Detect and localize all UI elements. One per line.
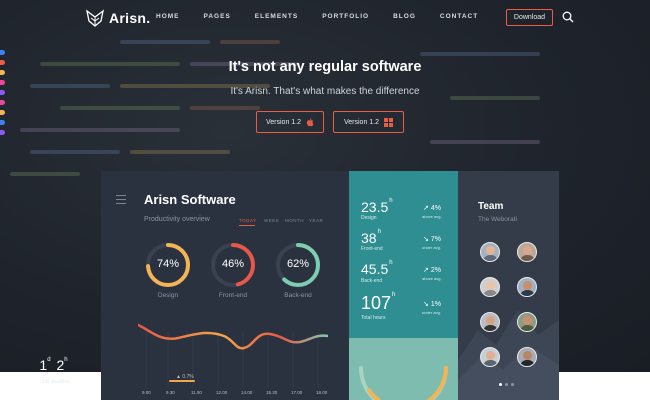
- windows-icon: [384, 117, 394, 127]
- total-avg-note: under avg.: [422, 310, 441, 315]
- download-windows-button[interactable]: Version 1.2: [333, 111, 404, 133]
- time-tick: 14.00: [241, 390, 253, 395]
- version-label: Version 1.2: [343, 118, 380, 126]
- backend-hours-label: Back-end: [361, 278, 383, 284]
- deadline-countdown: 1d 2h: [39, 357, 68, 373]
- design-avg-note: above avg.: [422, 214, 442, 219]
- backend-caption: Back-end: [284, 292, 312, 299]
- period-tab-year[interactable]: YEAR: [309, 218, 323, 223]
- backend-percent: 62%: [286, 258, 310, 270]
- time-tick: 17.00: [291, 390, 303, 395]
- frontend-percent: 46%: [221, 258, 245, 270]
- backend-change: ↗ 2%: [423, 267, 441, 274]
- deadline-gauge: [359, 366, 448, 400]
- design-hours-label: Design: [361, 215, 377, 221]
- deadline-label: Until deadline: [39, 379, 70, 385]
- trend-down-icon: ↘: [423, 236, 429, 243]
- nav-item-portfolio[interactable]: PORTFOLIO: [322, 13, 369, 20]
- backend-hours: 45.5h: [361, 260, 393, 277]
- dashboard-subtitle: Productivity overview: [144, 216, 210, 223]
- download-mac-button[interactable]: Version 1.2: [256, 111, 324, 133]
- time-tick: 12.00: [216, 390, 228, 395]
- frontend-caption: Front-end: [218, 292, 248, 299]
- search-icon[interactable]: [562, 11, 574, 23]
- download-button[interactable]: Download: [506, 9, 553, 26]
- fox-logo-icon: [86, 9, 104, 27]
- total-hours: 107h: [361, 292, 396, 313]
- time-tick: 9.30: [166, 390, 175, 395]
- period-tab-month[interactable]: MONTH: [285, 218, 304, 223]
- team-member-avatar[interactable]: [480, 312, 500, 332]
- time-tick: 15.30: [266, 390, 278, 395]
- nav-item-blog[interactable]: BLOG: [393, 13, 416, 20]
- trend-up-icon: ↗: [423, 267, 429, 274]
- logo[interactable]: Arisn.: [86, 9, 150, 27]
- design-caption: Design: [157, 292, 179, 299]
- chart-marker-bar: [169, 380, 195, 382]
- period-tab-week[interactable]: WEEK: [264, 218, 279, 223]
- productivity-wave-chart: [138, 323, 328, 388]
- hero-subtitle: It's Arisn. That's what makes the differ…: [230, 86, 420, 97]
- trend-up-icon: ↗: [423, 205, 429, 212]
- team-member-avatar[interactable]: [517, 242, 537, 262]
- nav-item-contact[interactable]: CONTACT: [440, 13, 478, 20]
- team-member-avatar[interactable]: [517, 312, 537, 332]
- frontend-hours: 38h: [361, 229, 381, 246]
- total-change: ↘ 1%: [423, 301, 441, 308]
- team-member-avatar[interactable]: [517, 347, 537, 367]
- team-title: Team: [478, 201, 504, 212]
- period-tab-today[interactable]: TODAY: [239, 218, 257, 223]
- frontend-change: ↘ 7%: [423, 236, 441, 243]
- nav-item-pages[interactable]: PAGES: [204, 13, 231, 20]
- dashboard-title: Arisn Software: [144, 192, 236, 207]
- nav-item-home[interactable]: HOME: [156, 13, 180, 20]
- top-navigation: Arisn. HOME PAGES ELEMENTS PORTFOLIO BLO…: [0, 0, 650, 36]
- backend-avg-note: above avg.: [422, 276, 442, 281]
- time-tick: 11.00: [191, 390, 202, 395]
- frontend-avg-note: under avg.: [422, 245, 441, 250]
- team-member-avatar[interactable]: [480, 242, 500, 262]
- frontend-hours-label: Front-end: [361, 246, 383, 252]
- logo-text: Arisn.: [109, 10, 151, 26]
- team-member-avatar[interactable]: [480, 277, 500, 297]
- nav-item-elements[interactable]: ELEMENTS: [255, 13, 298, 20]
- trend-down-icon: ↘: [423, 301, 429, 308]
- team-pager[interactable]: [499, 383, 514, 386]
- team-member-avatar[interactable]: [480, 347, 500, 367]
- team-subtitle: The Weborati: [478, 216, 517, 223]
- active-tab-indicator: [239, 225, 255, 226]
- time-tick: 9.00: [142, 390, 151, 395]
- design-hours: 23.5h: [361, 198, 393, 215]
- version-label: Version 1.2: [265, 118, 302, 126]
- design-percent: 74%: [156, 258, 180, 270]
- hero-title: It's not any regular software: [228, 59, 422, 75]
- total-hours-label: Total hours: [361, 315, 386, 321]
- main-menu: HOME PAGES ELEMENTS PORTFOLIO BLOG CONTA…: [156, 13, 502, 20]
- time-tick: 18.00: [316, 390, 328, 395]
- design-change: ↗ 4%: [423, 205, 441, 212]
- menu-icon[interactable]: [116, 195, 126, 204]
- team-member-avatar[interactable]: [517, 277, 537, 297]
- apple-icon: [306, 117, 314, 126]
